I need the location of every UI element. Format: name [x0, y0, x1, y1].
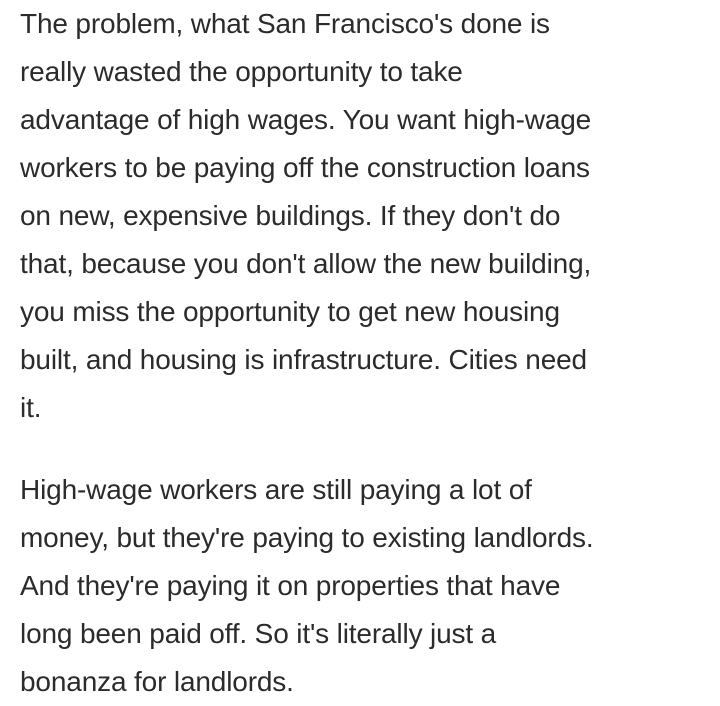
text-line: that, because you don't allow the new bu…: [20, 248, 592, 279]
text-line: built, and housing is infrastructure. Ci…: [20, 344, 587, 375]
text-line: really wasted the opportunity to take: [20, 56, 463, 87]
text-line: workers to be paying off the constructio…: [20, 152, 590, 183]
text-line: advantage of high wages. You want high-w…: [20, 104, 592, 135]
text-line: And they're paying it on properties that…: [20, 570, 561, 601]
text-line: money, but they're paying to existing la…: [20, 522, 594, 553]
text-line: High-wage workers are still paying a lot…: [20, 474, 532, 505]
text-line: The problem, what San Francisco's done i…: [20, 8, 550, 39]
paragraph-2: High-wage workers are still paying a lot…: [20, 466, 710, 706]
text-line: on new, expensive buildings. If they don…: [20, 200, 561, 231]
paragraph-1: The problem, what San Francisco's done i…: [20, 0, 710, 432]
text-line: bonanza for landlords.: [20, 666, 294, 697]
article-body: The problem, what San Francisco's done i…: [20, 0, 710, 706]
text-line: it.: [20, 392, 42, 423]
text-line: long been paid off. So it's literally ju…: [20, 618, 497, 649]
text-line: you miss the opportunity to get new hous…: [20, 296, 560, 327]
